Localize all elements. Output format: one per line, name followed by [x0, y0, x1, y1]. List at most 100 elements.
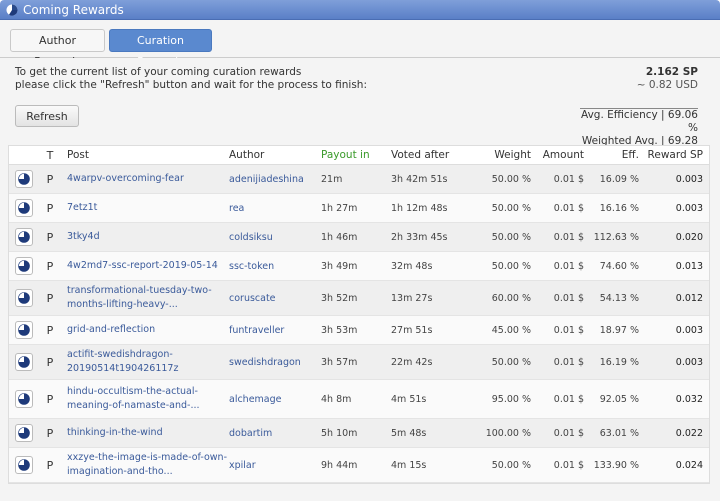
row-author-link[interactable]: funtraveller — [229, 325, 321, 336]
row-efficiency: 133.90 % — [593, 459, 639, 471]
row-reward-sp: 0.003 — [675, 173, 703, 185]
header-post[interactable]: Post — [61, 148, 229, 162]
row-author-link[interactable]: xpilar — [229, 460, 321, 471]
row-payout: 3h 49m — [321, 260, 358, 272]
row-type: P — [46, 355, 54, 369]
row-reward-sp: 0.003 — [675, 324, 703, 336]
row-post-link[interactable]: 3tky4d — [61, 230, 229, 244]
row-reward-sp: 0.022 — [675, 427, 703, 439]
pie-chart-icon[interactable] — [15, 456, 33, 474]
row-amount: 0.01 $ — [553, 356, 584, 368]
row-post-link[interactable]: hindu-occultism-the-actual-meaning-of-na… — [61, 385, 229, 413]
pie-chart-icon[interactable] — [15, 424, 33, 442]
row-amount: 0.01 $ — [553, 459, 584, 471]
row-author-link[interactable]: coruscate — [229, 293, 321, 304]
row-weight: 95.00 % — [491, 393, 531, 405]
header-weight[interactable]: Weight — [471, 149, 537, 161]
table-row: Pgrid-and-reflection funtraveller 3h 53m 27… — [9, 316, 709, 345]
row-amount: 0.01 $ — [553, 393, 584, 405]
row-post-link[interactable]: 7etz1t — [61, 201, 229, 215]
row-voted-after: 22m 42s — [391, 356, 433, 368]
header-author[interactable]: Author — [229, 149, 321, 161]
total-sp: 2.162 SP — [645, 66, 698, 78]
table-row: Phindu-occultism-the-actual-meaning-of-n… — [9, 380, 709, 419]
row-payout: 1h 27m — [321, 202, 358, 214]
header-payout[interactable]: Payout in — [321, 149, 391, 161]
row-author-link[interactable]: swedishdragon — [229, 357, 321, 368]
header-amount[interactable]: Amount — [537, 149, 590, 161]
row-author-link[interactable]: alchemage — [229, 394, 321, 405]
row-efficiency: 18.97 % — [599, 324, 639, 336]
pie-chart-icon[interactable] — [15, 289, 33, 307]
row-amount: 0.01 $ — [553, 324, 584, 336]
table-row: P 3tky4d coldsiksu 1h 46m 2h 33m 45s 50.00 % 0… — [9, 223, 709, 252]
efficiency-summary: Avg. Efficiency | 69.06 % Weighted Avg. … — [580, 108, 698, 160]
pie-chart-icon[interactable] — [15, 257, 33, 275]
row-payout: 5h 10m — [321, 427, 358, 439]
row-amount: 0.01 $ — [553, 292, 584, 304]
instructions-line-1: To get the current list of your coming c… — [15, 66, 302, 78]
table-row: Ptransformational-tuesday-two-months-lif… — [9, 281, 709, 316]
row-type: P — [46, 172, 54, 186]
row-type: P — [46, 201, 54, 215]
tab-curation-rewards[interactable]: Curation Rewards — [109, 29, 212, 68]
refresh-button[interactable]: Refresh — [15, 105, 79, 127]
row-reward-sp: 0.024 — [675, 459, 703, 471]
row-payout: 3h 53m — [321, 324, 358, 336]
instructions: To get the current list of your coming c… — [15, 66, 367, 92]
row-post-link[interactable]: 4warpv-overcoming-fear — [61, 172, 229, 186]
header-reward[interactable]: Reward SP — [645, 149, 709, 161]
row-efficiency: 16.16 % — [599, 202, 639, 214]
header-type[interactable]: T — [39, 149, 61, 162]
header-voted[interactable]: Voted after — [391, 149, 471, 161]
header-eff[interactable]: Eff. — [590, 149, 645, 161]
row-post-link[interactable]: actifit-swedishdragon-20190514t190426117… — [61, 348, 229, 376]
row-voted-after: 1h 12m 48s — [391, 202, 448, 214]
row-efficiency: 112.63 % — [593, 231, 639, 243]
row-author-link[interactable]: dobartim — [229, 428, 321, 439]
row-post-link[interactable]: 4w2md7-ssc-report-2019-05-14 — [61, 259, 229, 273]
table-header: T Post Author Payout in Voted after Weig… — [9, 146, 709, 165]
row-weight: 50.00 % — [491, 459, 531, 471]
row-amount: 0.01 $ — [553, 173, 584, 185]
row-weight: 50.00 % — [491, 231, 531, 243]
pie-chart-icon[interactable] — [15, 170, 33, 188]
tab-author-rewards[interactable]: Author Rewards — [10, 29, 105, 68]
row-post-link[interactable]: transformational-tuesday-two-months-lift… — [61, 284, 229, 312]
row-reward-sp: 0.003 — [675, 356, 703, 368]
row-author-link[interactable]: coldsiksu — [229, 232, 321, 243]
row-efficiency: 74.60 % — [599, 260, 639, 272]
row-icon-cell — [9, 170, 39, 188]
row-efficiency: 16.19 % — [599, 356, 639, 368]
curation-table: T Post Author Payout in Voted after Weig… — [8, 145, 710, 484]
row-voted-after: 5m 48s — [391, 427, 427, 439]
row-voted-after: 4m 15s — [391, 459, 427, 471]
pie-chart-icon[interactable] — [15, 199, 33, 217]
row-author-link[interactable]: adenijiadeshina — [229, 174, 321, 185]
row-post-link[interactable]: xxzye-the-image-is-made-of-own-imaginati… — [61, 451, 229, 479]
row-weight: 50.00 % — [491, 260, 531, 272]
row-reward-sp: 0.020 — [675, 231, 703, 243]
pie-chart-icon[interactable] — [15, 321, 33, 339]
pie-chart-icon[interactable] — [15, 353, 33, 371]
curation-content: To get the current list of your coming c… — [0, 58, 720, 501]
row-voted-after: 3h 42m 51s — [391, 173, 448, 185]
row-payout: 9h 44m — [321, 459, 358, 471]
row-icon-cell — [9, 390, 39, 408]
pie-chart-icon[interactable] — [15, 390, 33, 408]
pie-chart-icon[interactable] — [15, 228, 33, 246]
row-icon-cell — [9, 321, 39, 339]
row-amount: 0.01 $ — [553, 260, 584, 272]
row-author-link[interactable]: ssc-token — [229, 261, 321, 272]
row-voted-after: 32m 48s — [391, 260, 433, 272]
row-payout: 1h 46m — [321, 231, 358, 243]
row-post-link[interactable]: thinking-in-the-wind — [61, 426, 229, 440]
row-icon-cell — [9, 353, 39, 371]
row-reward-sp: 0.013 — [675, 260, 703, 272]
row-weight: 45.00 % — [491, 324, 531, 336]
row-weight: 50.00 % — [491, 202, 531, 214]
row-author-link[interactable]: rea — [229, 203, 321, 214]
row-icon-cell — [9, 289, 39, 307]
row-post-link[interactable]: grid-and-reflection — [61, 323, 229, 337]
row-weight: 50.00 % — [491, 173, 531, 185]
